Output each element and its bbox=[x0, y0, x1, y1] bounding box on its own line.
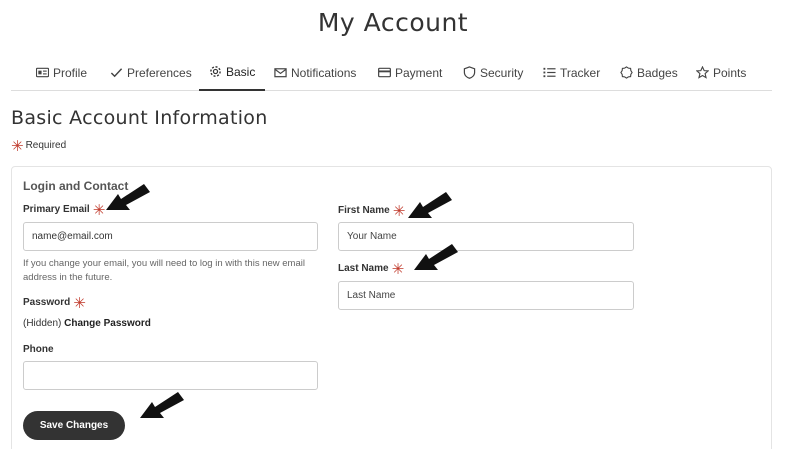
tab-label: Payment bbox=[395, 65, 443, 80]
id-card-icon bbox=[36, 66, 49, 79]
tab-points[interactable]: Points bbox=[696, 54, 746, 91]
tab-tracker[interactable]: Tracker bbox=[543, 54, 600, 91]
tab-payment[interactable]: Payment bbox=[378, 54, 442, 91]
gear-icon bbox=[209, 65, 222, 78]
tab-label: Preferences bbox=[127, 65, 192, 80]
last-name-label-text: Last Name bbox=[338, 263, 389, 274]
phone-label: Phone bbox=[23, 344, 54, 355]
tab-preferences[interactable]: Preferences bbox=[110, 54, 192, 91]
first-name-input[interactable] bbox=[338, 222, 634, 251]
primary-email-help: If you change your email, you will need … bbox=[23, 258, 305, 283]
password-status: (Hidden) Change Password bbox=[23, 318, 151, 329]
password-label-text: Password bbox=[23, 297, 71, 308]
arrow-pointer-icon bbox=[412, 240, 460, 276]
section-title: Basic Account Information bbox=[11, 107, 268, 129]
phone-input[interactable] bbox=[23, 361, 318, 390]
shield-icon bbox=[463, 66, 476, 79]
tab-label: Security bbox=[480, 65, 524, 80]
page-title: My Account bbox=[317, 8, 469, 37]
primary-email-label-text: Primary Email bbox=[23, 204, 90, 215]
tab-basic[interactable]: Basic bbox=[199, 54, 266, 91]
list-icon bbox=[543, 66, 556, 79]
star-icon bbox=[696, 66, 709, 79]
tab-label: Basic bbox=[226, 64, 256, 79]
required-icon: ✳ bbox=[11, 136, 24, 155]
tab-badges[interactable]: Badges bbox=[620, 54, 678, 91]
tab-label: Profile bbox=[53, 65, 88, 80]
required-icon: ✳ bbox=[392, 201, 406, 220]
first-name-label-text: First Name bbox=[338, 205, 390, 216]
required-icon: ✳ bbox=[391, 259, 405, 278]
badge-icon bbox=[620, 66, 633, 79]
tab-profile[interactable]: Profile bbox=[36, 54, 87, 91]
checkmark-icon bbox=[110, 66, 123, 79]
tab-label: Notifications bbox=[291, 65, 357, 80]
arrow-pointer-icon bbox=[104, 180, 152, 216]
required-note: ✳ Required bbox=[11, 136, 67, 155]
password-hidden-text: (Hidden) bbox=[23, 318, 62, 329]
account-tabs: Profile Preferences Basic Notifications … bbox=[11, 54, 772, 91]
password-label: Password ✳ bbox=[23, 293, 86, 312]
required-note-label: Required bbox=[25, 140, 67, 151]
change-password-link[interactable]: Change Password bbox=[64, 318, 151, 329]
tab-label: Badges bbox=[637, 65, 678, 80]
tab-notifications[interactable]: Notifications bbox=[274, 54, 356, 91]
primary-email-input[interactable] bbox=[23, 222, 318, 251]
last-name-label: Last Name ✳ bbox=[338, 259, 405, 278]
phone-label-text: Phone bbox=[23, 344, 54, 355]
last-name-input[interactable] bbox=[338, 281, 634, 310]
arrow-pointer-icon bbox=[406, 188, 454, 224]
first-name-label: First Name ✳ bbox=[338, 201, 406, 220]
primary-email-label: Primary Email ✳ bbox=[23, 202, 105, 217]
tab-label: Points bbox=[713, 65, 747, 80]
envelope-icon bbox=[274, 66, 287, 79]
tab-security[interactable]: Security bbox=[463, 54, 523, 91]
tab-label: Tracker bbox=[560, 65, 601, 80]
credit-card-icon bbox=[378, 66, 391, 79]
required-icon: ✳ bbox=[73, 293, 86, 312]
save-changes-button[interactable]: Save Changes bbox=[23, 411, 125, 440]
arrow-pointer-icon bbox=[138, 388, 186, 424]
